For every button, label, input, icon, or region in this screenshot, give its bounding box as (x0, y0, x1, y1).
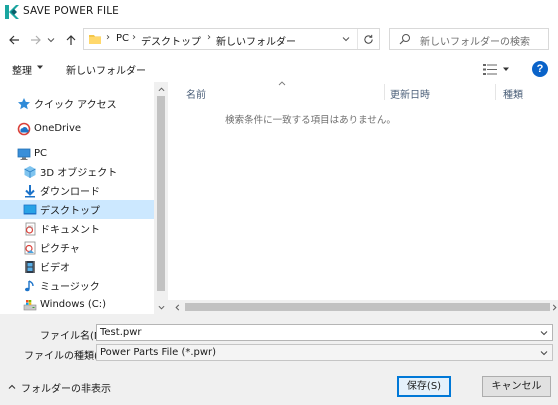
breadcrumb-separator: › (207, 32, 211, 43)
pc-icon (17, 148, 31, 160)
sidebar-item-quick-access[interactable]: クイック アクセス (0, 94, 154, 113)
breadcrumb-separator: › (106, 32, 110, 43)
empty-folder-message: 検索条件に一致する項目はありません。 (225, 115, 396, 126)
chevron-up-icon[interactable] (8, 383, 16, 391)
onedrive-icon (17, 122, 31, 135)
view-options-icon[interactable] (483, 64, 497, 75)
sidebar-item-label: Windows (C:) (40, 299, 106, 310)
sidebar-item-pictures[interactable]: ピクチャ (0, 238, 154, 257)
search-icon (399, 34, 410, 45)
new-folder-button[interactable]: 新しいフォルダー (66, 62, 146, 77)
refresh-button[interactable] (357, 29, 379, 49)
hide-folders-toggle[interactable]: フォルダーの非表示 (21, 380, 111, 395)
address-history-dropdown[interactable] (337, 29, 355, 49)
documents-icon (25, 222, 36, 235)
caret-down-icon[interactable] (502, 65, 510, 73)
sidebar-item-label: ビデオ (40, 263, 70, 274)
star-icon (18, 97, 30, 109)
scroll-down-icon[interactable] (154, 300, 168, 314)
chevron-down-icon[interactable] (46, 32, 56, 48)
scroll-right-icon[interactable] (550, 300, 558, 314)
breadcrumb-desktop[interactable]: デスクトップ (141, 33, 201, 48)
sidebar-item-music[interactable]: ミュージック (0, 276, 154, 295)
3d-objects-icon (24, 165, 36, 178)
column-header-modified[interactable]: 更新日時 (390, 86, 430, 104)
arrow-right-icon[interactable] (28, 32, 44, 48)
sidebar-item-3d-objects[interactable]: 3D オブジェクト (0, 162, 154, 181)
sidebar-item-documents[interactable]: ドキュメント (0, 219, 154, 238)
sidebar-item-onedrive[interactable]: OneDrive (0, 119, 154, 138)
save-options-panel: ファイル名(N): Test.pwr ファイルの種類(T): Power Par… (0, 314, 558, 405)
chevron-down-icon (342, 37, 350, 42)
refresh-icon (364, 34, 373, 44)
chevron-down-icon[interactable] (540, 329, 548, 337)
address-bar[interactable]: › PC › デスクトップ › 新しいフォルダー (83, 28, 380, 50)
column-header-name[interactable]: 名前 (186, 86, 206, 104)
column-divider[interactable] (495, 84, 496, 100)
breadcrumb-new-folder[interactable]: 新しいフォルダー (216, 33, 296, 48)
download-icon (25, 184, 35, 197)
filename-field[interactable]: Test.pwr (96, 324, 553, 341)
sidebar-item-pc[interactable]: PC (0, 144, 154, 163)
breadcrumb-separator: › (132, 32, 136, 43)
breadcrumb-pc[interactable]: PC (116, 33, 129, 44)
sidebar-item-label: ドキュメント (40, 225, 100, 236)
sidebar-scrollbar[interactable] (154, 82, 168, 314)
sidebar-item-downloads[interactable]: ダウンロード (0, 181, 154, 200)
help-icon[interactable]: ? (532, 61, 548, 77)
drive-icon (23, 299, 37, 310)
sidebar-item-videos[interactable]: ビデオ (0, 257, 154, 276)
pictures-icon (24, 241, 36, 254)
sidebar-item-label: PC (34, 148, 48, 159)
filetype-value: Power Parts File (*.pwr) (100, 347, 217, 358)
sidebar-item-label: ピクチャ (40, 244, 80, 255)
filetype-select[interactable]: Power Parts File (*.pwr) (96, 344, 553, 361)
music-icon (25, 279, 34, 291)
sidebar-item-label: デスクトップ (40, 206, 100, 217)
filename-value: Test.pwr (100, 327, 142, 338)
app-logo-icon (5, 5, 19, 19)
save-button[interactable]: 保存(S) (397, 376, 451, 397)
file-list[interactable]: 名前 更新日時 種類 検索条件に一致する項目はありません。 (168, 81, 558, 314)
organize-button[interactable]: 整理 (12, 62, 32, 77)
videos-icon (25, 260, 35, 273)
window-title: SAVE POWER FILE (23, 5, 119, 17)
command-toolbar: 整理 新しいフォルダー ? (0, 56, 558, 82)
sidebar-item-desktop[interactable]: デスクトップ (0, 200, 154, 219)
column-divider[interactable] (384, 84, 385, 100)
cancel-button[interactable]: キャンセル (482, 376, 551, 397)
file-list-horizontal-scrollbar[interactable] (168, 300, 558, 314)
sidebar-item-label: ダウンロード (40, 187, 100, 198)
folder-icon (89, 35, 101, 44)
sidebar-item-windows-c[interactable]: Windows (C:) (0, 295, 154, 314)
caret-down-icon (37, 65, 43, 69)
search-placeholder: 新しいフォルダーの検索 (420, 37, 530, 48)
sidebar-item-label: 3D オブジェクト (40, 168, 118, 179)
scroll-up-icon[interactable] (154, 82, 168, 96)
arrow-left-icon[interactable] (6, 32, 22, 48)
horizontal-scroll-thumb[interactable] (185, 303, 550, 311)
title-bar: SAVE POWER FILE (0, 0, 558, 24)
scroll-left-icon[interactable] (170, 300, 184, 314)
search-input[interactable]: 新しいフォルダーの検索 (389, 28, 549, 50)
sidebar-item-label: OneDrive (34, 123, 82, 134)
sidebar-item-label: クイック アクセス (34, 100, 117, 111)
desktop-icon (23, 204, 37, 214)
column-header-type[interactable]: 種類 (503, 86, 523, 104)
chevron-down-icon (540, 351, 548, 356)
sidebar-item-label: ミュージック (40, 282, 100, 293)
sort-ascending-icon (278, 81, 286, 86)
arrow-up-icon[interactable] (63, 32, 79, 48)
sidebar-scroll-thumb[interactable] (157, 96, 165, 291)
navigation-pane: クイック アクセス OneDrive PC 3D オブジェクト ダウンロード デ… (0, 82, 168, 314)
